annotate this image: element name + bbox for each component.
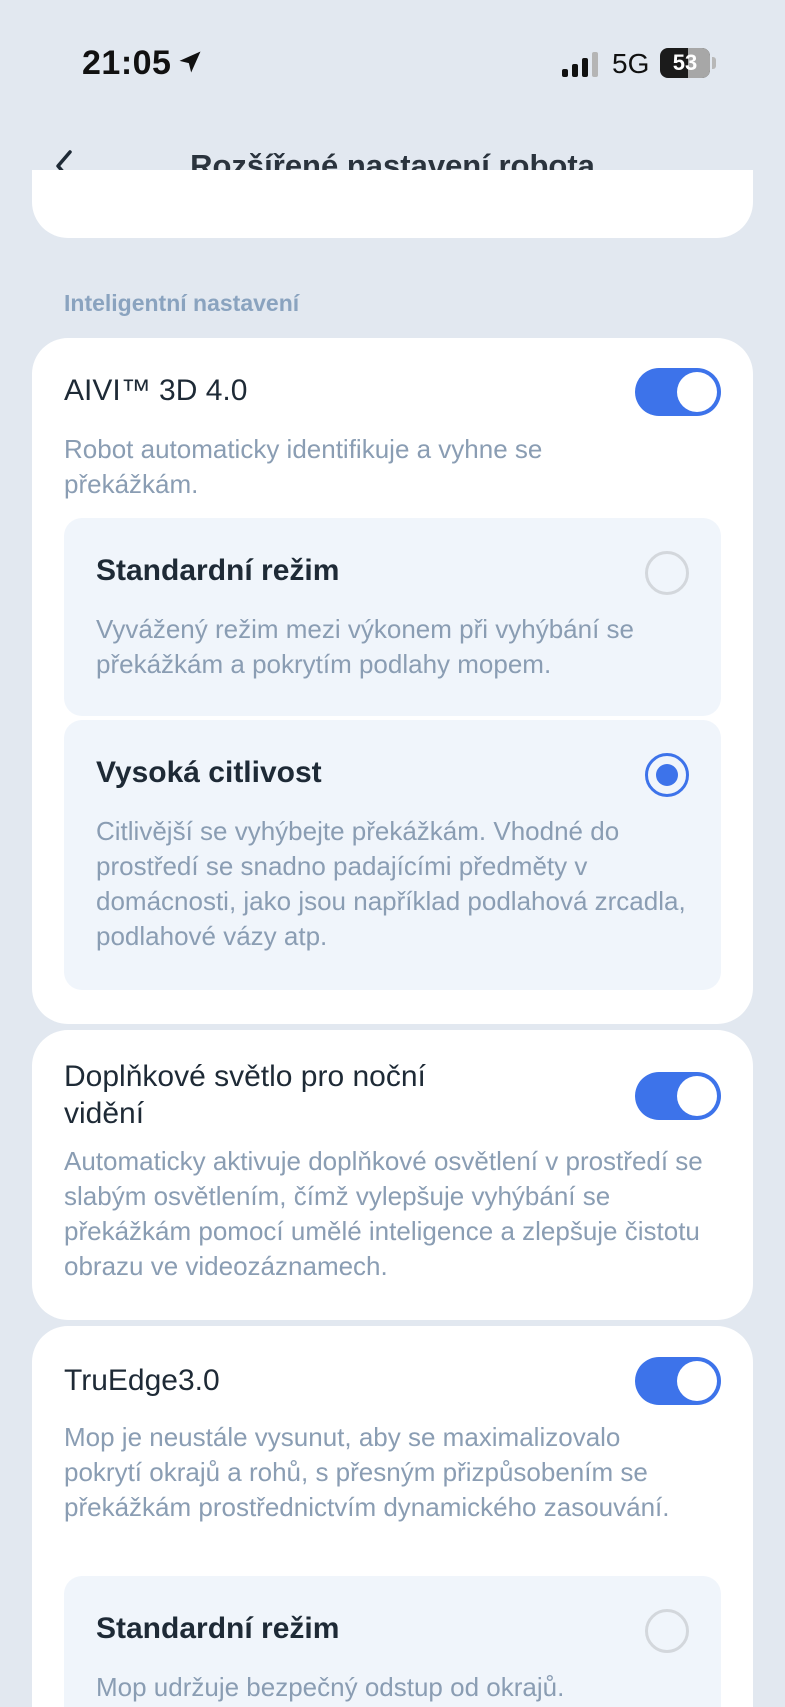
aivi-title: AIVI™ 3D 4.0 [64, 374, 248, 407]
network-type: 5G [612, 48, 650, 79]
night-light-title: Doplňkové světlo pro noční vidění [64, 1060, 426, 1130]
night-light-description: Automaticky aktivuje doplňkové osvětlení… [64, 1146, 703, 1281]
toggle-knob [677, 1076, 717, 1116]
option-title: Vysoká citlivost [96, 756, 322, 789]
aivi-card: AIVI™ 3D 4.0 Robot automaticky identifik… [32, 338, 753, 1024]
battery-nub [712, 57, 716, 69]
option-description: Mop udržuje bezpečný odstup od okrajů. [96, 1672, 565, 1702]
location-arrow-icon [179, 51, 201, 73]
night-light-card: Doplňkové světlo pro noční vidění Automa… [32, 1030, 753, 1320]
status-bar: 21:05 5G 53 [0, 0, 785, 120]
section-header: Inteligentní nastavení [64, 290, 300, 316]
truedge-card: TruEdge3.0 Mop je neustále vysunut, aby … [32, 1326, 753, 1707]
truedge-toggle[interactable] [635, 1357, 721, 1405]
battery-level: 53 [672, 50, 698, 75]
option-description: Vyvážený režim mezi výkonem při vyhýbání… [96, 614, 635, 679]
radio-truedge-standard[interactable] [645, 1609, 689, 1653]
radio-high-sensitivity[interactable] [645, 753, 689, 797]
battery-icon: 53 [660, 48, 710, 78]
truedge-description: Mop je neustále vysunut, aby se maximali… [64, 1422, 670, 1522]
night-light-toggle[interactable] [635, 1072, 721, 1120]
radio-standard[interactable] [645, 551, 689, 595]
toggle-knob [677, 1361, 717, 1401]
aivi-description: Robot automaticky identifikuje a vyhne s… [64, 434, 543, 499]
option-title: Standardní režim [96, 1612, 340, 1645]
cellular-signal-icon [562, 52, 598, 77]
option-description: Citlivější se vyhýbejte překážkám. Vhodn… [96, 816, 686, 951]
aivi-option-high-sensitivity[interactable]: Vysoká citlivost Citlivější se vyhýbejte… [64, 720, 721, 990]
previous-settings-card [32, 170, 753, 238]
status-time: 21:05 [82, 44, 172, 82]
toggle-knob [677, 372, 717, 412]
radio-selected-dot [656, 764, 678, 786]
option-title: Standardní režim [96, 554, 340, 587]
truedge-title: TruEdge3.0 [64, 1364, 220, 1397]
aivi-option-standard[interactable]: Standardní režim Vyvážený režim mezi výk… [64, 518, 721, 716]
aivi-toggle[interactable] [635, 368, 721, 416]
truedge-option-standard[interactable]: Standardní režim Mop udržuje bezpečný od… [64, 1576, 721, 1707]
